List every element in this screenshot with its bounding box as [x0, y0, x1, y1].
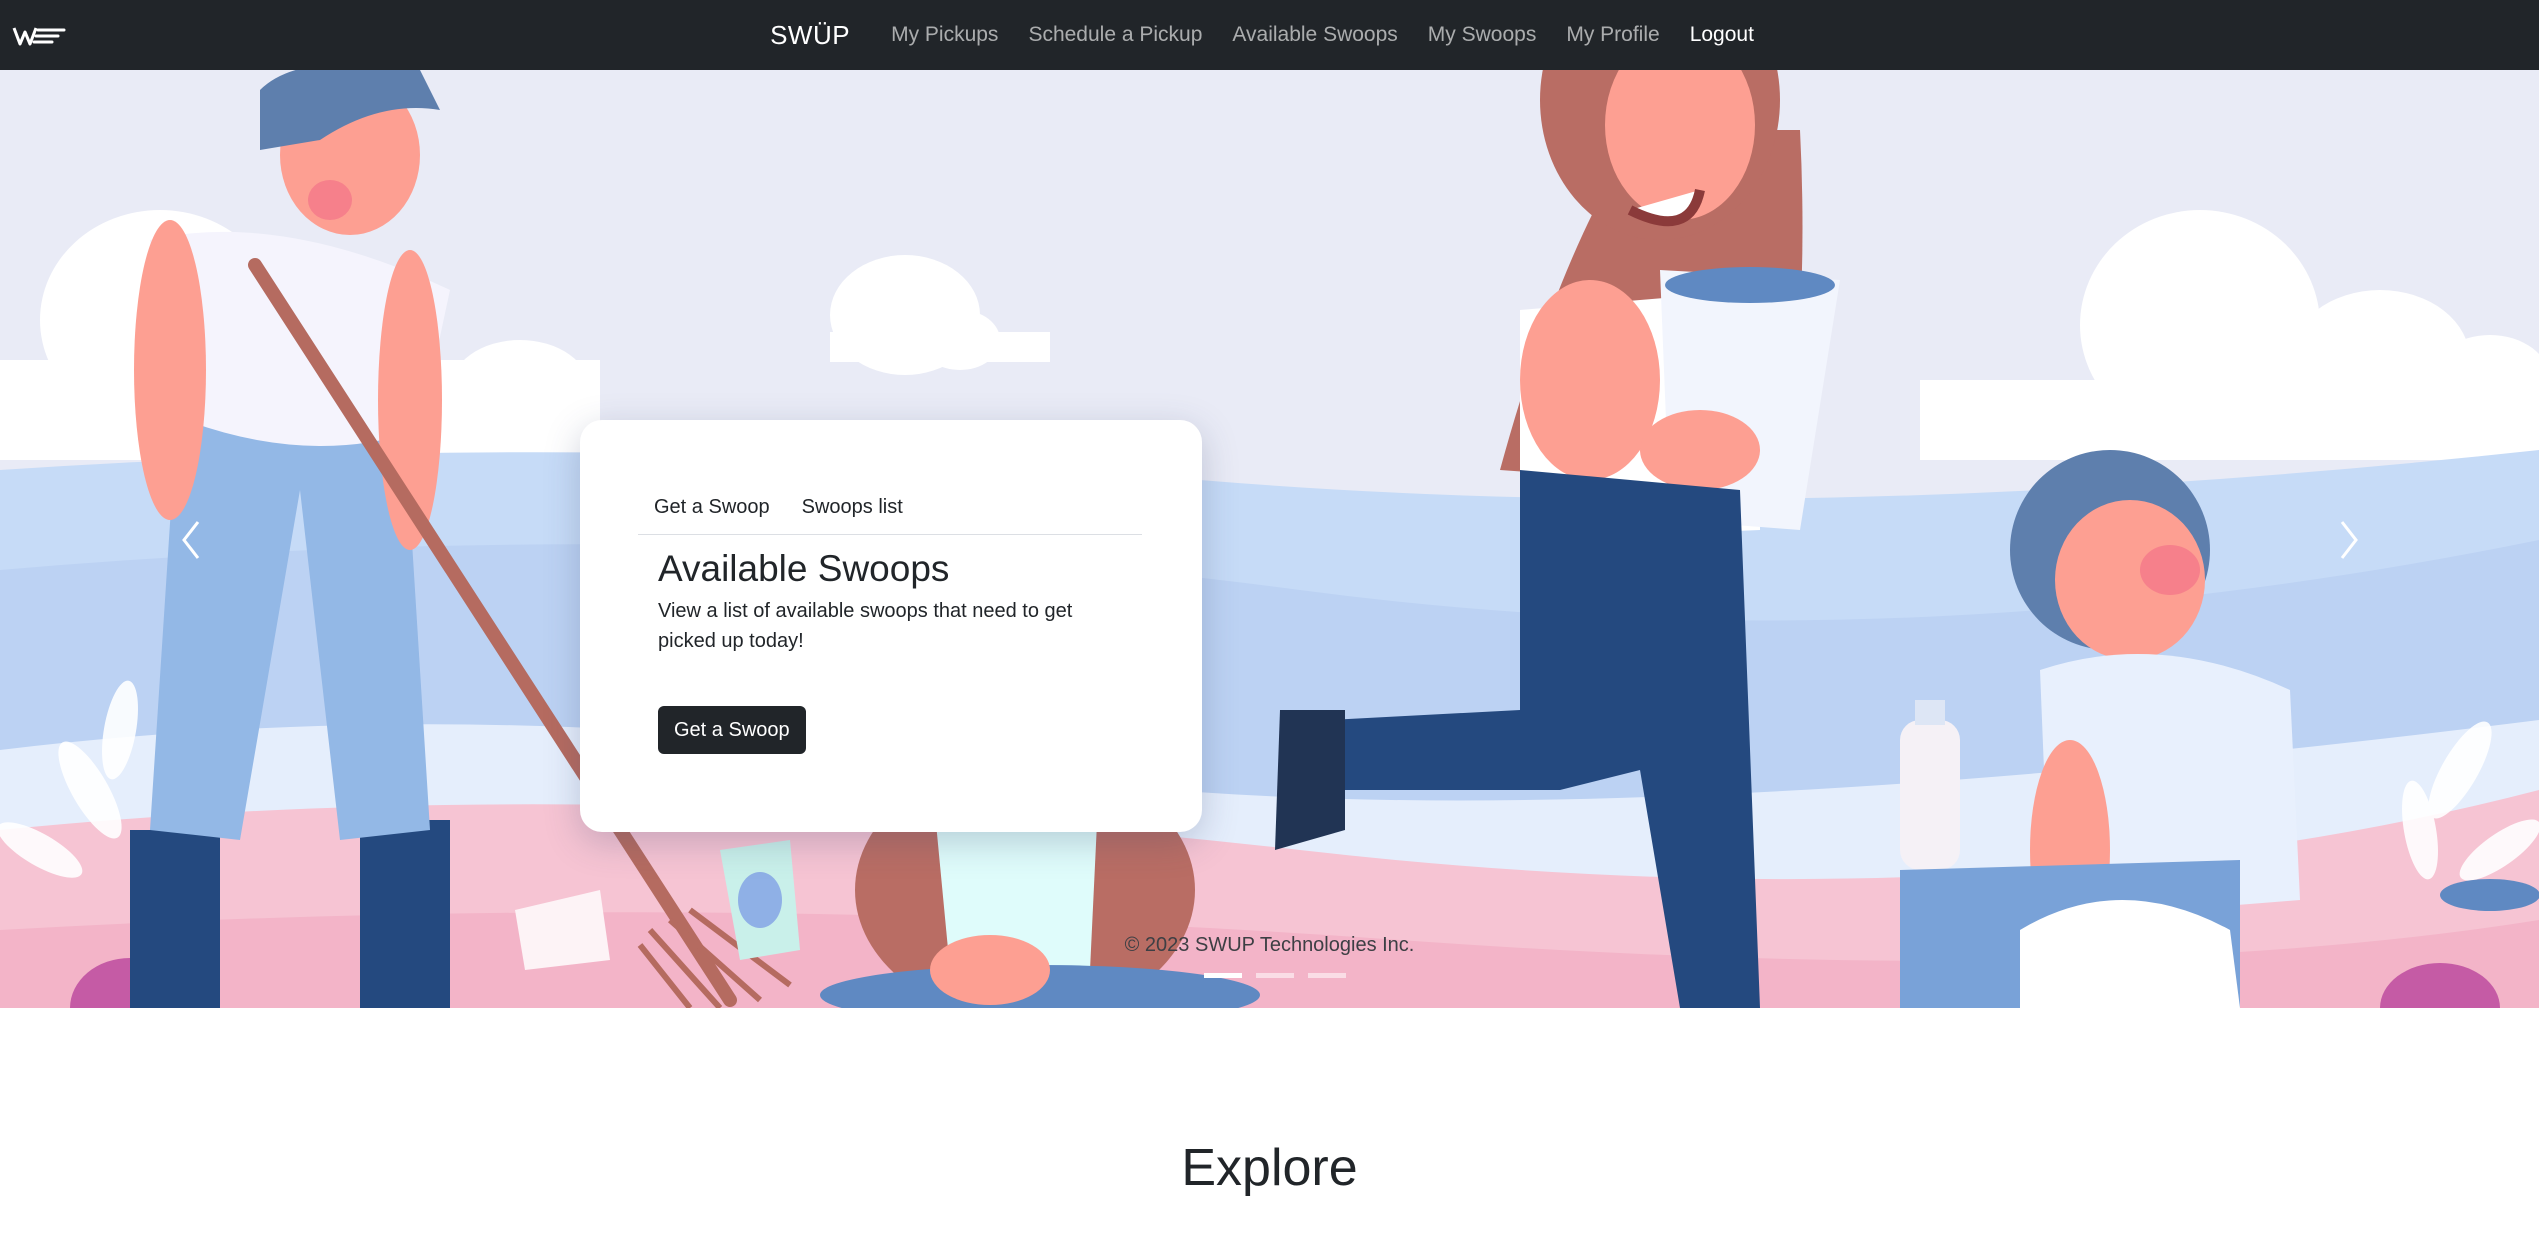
- carousel-indicator-2[interactable]: [1256, 973, 1294, 978]
- available-swoops-card: Get a Swoop Swoops list Available Swoops…: [580, 420, 1202, 832]
- carousel-indicator-1[interactable]: [1204, 973, 1242, 978]
- hero-carousel: © 2023 SWUP Technologies Inc. Get a Swoo…: [0, 70, 2539, 1008]
- brand-link[interactable]: SWÜP: [770, 20, 850, 51]
- card-tabs: Get a Swoop Swoops list: [638, 490, 1142, 535]
- carousel-indicators: [1204, 973, 1346, 978]
- hero-illustration: [0, 70, 2539, 1008]
- tab-swoops-list[interactable]: Swoops list: [786, 490, 919, 534]
- nav-link-available-swoops[interactable]: Available Swoops: [1217, 23, 1412, 47]
- carousel-next-icon[interactable]: [2330, 510, 2370, 570]
- carousel-prev-icon[interactable]: [170, 510, 210, 570]
- top-navbar: SWÜP My Pickups Schedule a Pickup Availa…: [0, 0, 2539, 70]
- nav-link-my-swoops[interactable]: My Swoops: [1413, 23, 1552, 47]
- nav-menu: SWÜP My Pickups Schedule a Pickup Availa…: [0, 0, 2539, 70]
- nav-link-schedule-pickup[interactable]: Schedule a Pickup: [1013, 23, 1217, 47]
- tab-get-a-swoop[interactable]: Get a Swoop: [638, 490, 786, 534]
- card-description: View a list of available swoops that nee…: [658, 600, 1073, 652]
- nav-link-my-pickups[interactable]: My Pickups: [876, 23, 1013, 47]
- card-title: Available Swoops: [658, 548, 950, 589]
- copyright-text: © 2023 SWUP Technologies Inc.: [1124, 934, 1415, 956]
- get-a-swoop-button[interactable]: Get a Swoop: [658, 706, 806, 754]
- carousel-indicator-3[interactable]: [1308, 973, 1346, 978]
- nav-link-logout[interactable]: Logout: [1675, 23, 1769, 47]
- explore-heading: Explore: [1181, 1139, 1358, 1197]
- nav-link-my-profile[interactable]: My Profile: [1551, 23, 1674, 47]
